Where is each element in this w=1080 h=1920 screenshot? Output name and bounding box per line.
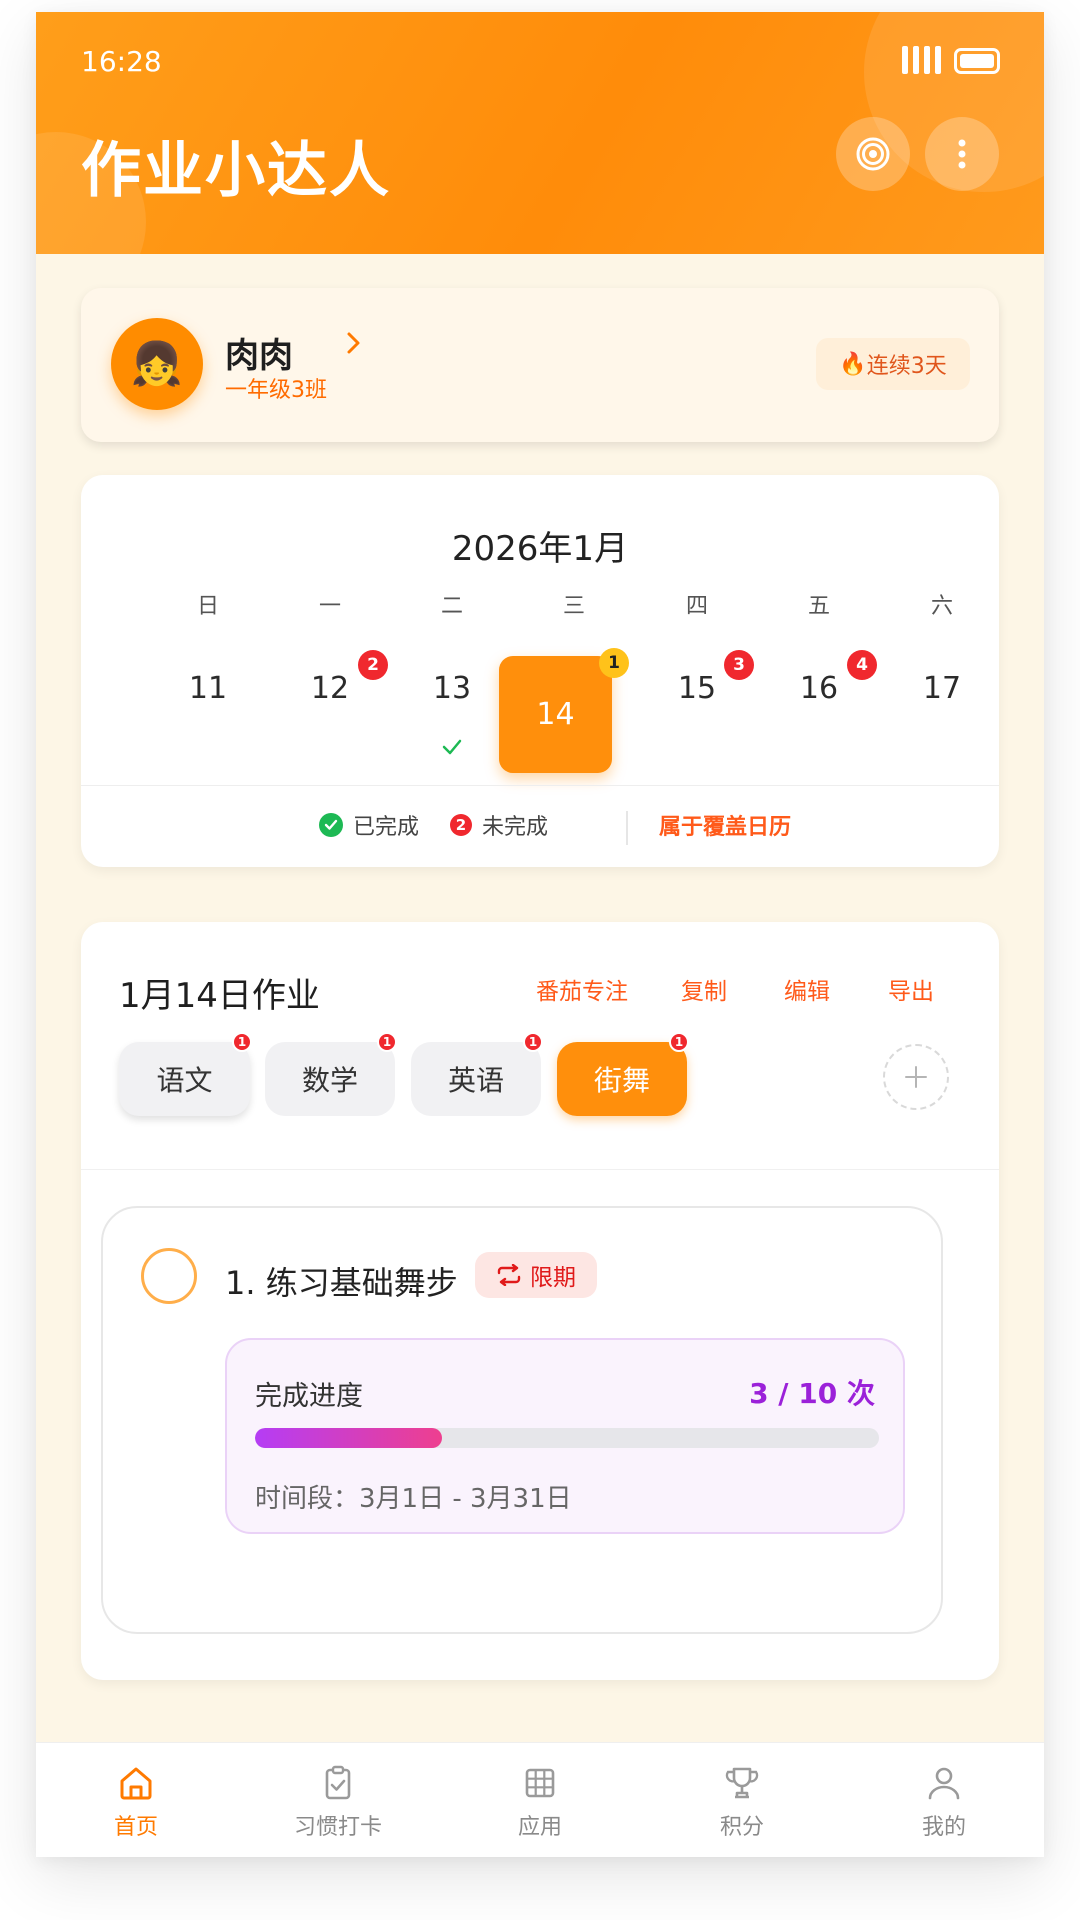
weekday-label: 二 bbox=[440, 594, 463, 619]
task-checkbox[interactable] bbox=[141, 1248, 197, 1304]
subject-label: 街舞 bbox=[593, 1064, 650, 1097]
weekday-label: 五 bbox=[807, 594, 830, 619]
pending-count-badge: 2 bbox=[358, 650, 388, 680]
tab-apps[interactable]: 应用 bbox=[470, 1763, 610, 1841]
chevron-right-icon bbox=[347, 332, 360, 354]
week-calendar: 2026年1月 日 一 二 三 四 五 六 11 12 2 13 14 1 15… bbox=[81, 475, 999, 867]
page-title: 作业小达人 bbox=[81, 136, 391, 206]
profile-name: 肉肉 bbox=[225, 336, 293, 376]
divider bbox=[626, 811, 628, 845]
progress-label: 完成进度 bbox=[255, 1381, 363, 1412]
tab-habits[interactable]: 习惯打卡 bbox=[268, 1763, 408, 1841]
pending-count-badge: 1 bbox=[599, 648, 629, 678]
profile-card[interactable]: 👧 肉肉 一年级3班 🔥 连续3天 bbox=[81, 288, 999, 442]
progress-bar bbox=[255, 1428, 879, 1448]
subject-count-badge: 1 bbox=[232, 1032, 252, 1052]
tab-label: 首页 bbox=[113, 1815, 158, 1840]
calendar-day[interactable]: 15 bbox=[657, 671, 737, 706]
app-screen: 16:28 作业小达人 👧 肉肉 一年级3班 🔥 连续3天 2026年1月 日 … bbox=[36, 12, 1044, 1857]
tab-label: 积分 bbox=[719, 1815, 764, 1840]
home-icon bbox=[120, 1767, 152, 1800]
tab-home[interactable]: 首页 bbox=[66, 1763, 206, 1841]
more-vertical-icon bbox=[958, 139, 966, 169]
progress-value: 3 / 10 次 bbox=[749, 1377, 875, 1410]
user-icon bbox=[928, 1767, 960, 1800]
subject-label: 数学 bbox=[301, 1064, 358, 1097]
clipboard-check-icon bbox=[325, 1765, 351, 1800]
repeat-icon bbox=[497, 1264, 521, 1286]
calendar-title: 2026年1月 bbox=[451, 529, 629, 569]
calendar-day-selected[interactable]: 14 bbox=[499, 656, 612, 773]
task-card: 1. 练习基础舞步 限期 完成进度 3 / 10 次 时间段：3月1日 - 3月… bbox=[101, 1206, 943, 1634]
signal-icon bbox=[902, 46, 941, 74]
avatar: 👧 bbox=[111, 318, 203, 410]
export-button[interactable]: 导出 bbox=[888, 972, 934, 1006]
subject-chip[interactable]: 数学 1 bbox=[265, 1032, 397, 1116]
check-circle-icon bbox=[319, 813, 343, 837]
calendar-day[interactable]: 13 bbox=[412, 671, 492, 706]
deadline-tag-label: 限期 bbox=[530, 1265, 576, 1291]
calendar-day[interactable]: 12 bbox=[290, 671, 370, 706]
target-icon bbox=[856, 137, 890, 171]
divider bbox=[81, 785, 999, 786]
edit-button[interactable]: 编辑 bbox=[784, 972, 830, 1006]
grid-icon bbox=[525, 1768, 555, 1798]
subject-chip[interactable]: 英语 1 bbox=[411, 1032, 543, 1116]
calendar-day[interactable]: 16 bbox=[779, 671, 859, 706]
weekday-label: 三 bbox=[562, 594, 585, 619]
tab-label: 习惯打卡 bbox=[293, 1815, 382, 1840]
weekday-label: 六 bbox=[930, 594, 953, 619]
pending-count-badge: 3 bbox=[724, 650, 754, 680]
calendar-day[interactable]: 11 bbox=[168, 671, 248, 706]
streak-label: 连续3天 bbox=[866, 354, 947, 379]
copy-button[interactable]: 复制 bbox=[681, 972, 727, 1006]
homework-card: 1月14日作业 番茄专注 复制 编辑 导出 语文 1 数学 1 英语 1 街舞 … bbox=[81, 922, 999, 1680]
subject-label: 英语 bbox=[447, 1064, 504, 1097]
calendar-link[interactable]: 属于覆盖日历 bbox=[659, 809, 791, 841]
homework-title: 1月14日作业 bbox=[119, 976, 320, 1016]
weekday-label: 四 bbox=[685, 594, 708, 619]
subject-label: 语文 bbox=[156, 1064, 213, 1097]
app-header: 16:28 作业小达人 bbox=[36, 12, 1044, 254]
add-subject-button[interactable] bbox=[883, 1044, 949, 1110]
divider bbox=[81, 1169, 999, 1170]
battery-icon bbox=[954, 48, 1000, 74]
plus-icon bbox=[905, 1066, 927, 1088]
streak-badge: 🔥 连续3天 bbox=[816, 338, 970, 390]
tab-label: 应用 bbox=[517, 1815, 562, 1840]
subject-chip-active[interactable]: 街舞 1 bbox=[557, 1032, 689, 1116]
progress-panel: 完成进度 3 / 10 次 时间段：3月1日 - 3月31日 bbox=[225, 1338, 905, 1534]
task-period: 时间段：3月1日 - 3月31日 bbox=[255, 1484, 572, 1514]
subject-count-badge: 1 bbox=[523, 1032, 543, 1052]
pomodoro-button[interactable]: 番茄专注 bbox=[536, 972, 628, 1006]
legend-todo: 2 未完成 bbox=[450, 809, 548, 841]
legend-done: 已完成 bbox=[319, 809, 419, 841]
status-time: 16:28 bbox=[81, 45, 162, 78]
calendar-day[interactable]: 17 bbox=[902, 671, 982, 706]
subject-count-badge: 1 bbox=[377, 1032, 397, 1052]
tab-points[interactable]: 积分 bbox=[672, 1763, 812, 1841]
fire-icon: 🔥 bbox=[839, 351, 867, 377]
check-icon bbox=[442, 739, 462, 755]
legend-todo-label: 未完成 bbox=[482, 815, 549, 840]
more-button[interactable] bbox=[925, 117, 999, 191]
task-title: 1. 练习基础舞步 bbox=[225, 1264, 458, 1302]
progress-bar-fill bbox=[255, 1428, 443, 1448]
legend-done-label: 已完成 bbox=[353, 815, 420, 840]
target-button[interactable] bbox=[836, 117, 910, 191]
legend-todo-count: 2 bbox=[450, 814, 472, 836]
deadline-tag: 限期 bbox=[475, 1252, 597, 1298]
subject-chip[interactable]: 语文 1 bbox=[119, 1032, 252, 1116]
bottom-tab-bar: 首页 习惯打卡 应用 积分 我的 bbox=[36, 1742, 1044, 1857]
weekday-label: 日 bbox=[196, 594, 219, 619]
weekday-label: 一 bbox=[318, 594, 341, 619]
pending-count-badge: 4 bbox=[847, 650, 877, 680]
subject-count-badge: 1 bbox=[669, 1032, 689, 1052]
profile-class: 一年级3班 bbox=[225, 378, 327, 403]
tab-label: 我的 bbox=[921, 1815, 966, 1840]
tab-profile[interactable]: 我的 bbox=[874, 1763, 1014, 1841]
trophy-icon bbox=[725, 1767, 759, 1799]
